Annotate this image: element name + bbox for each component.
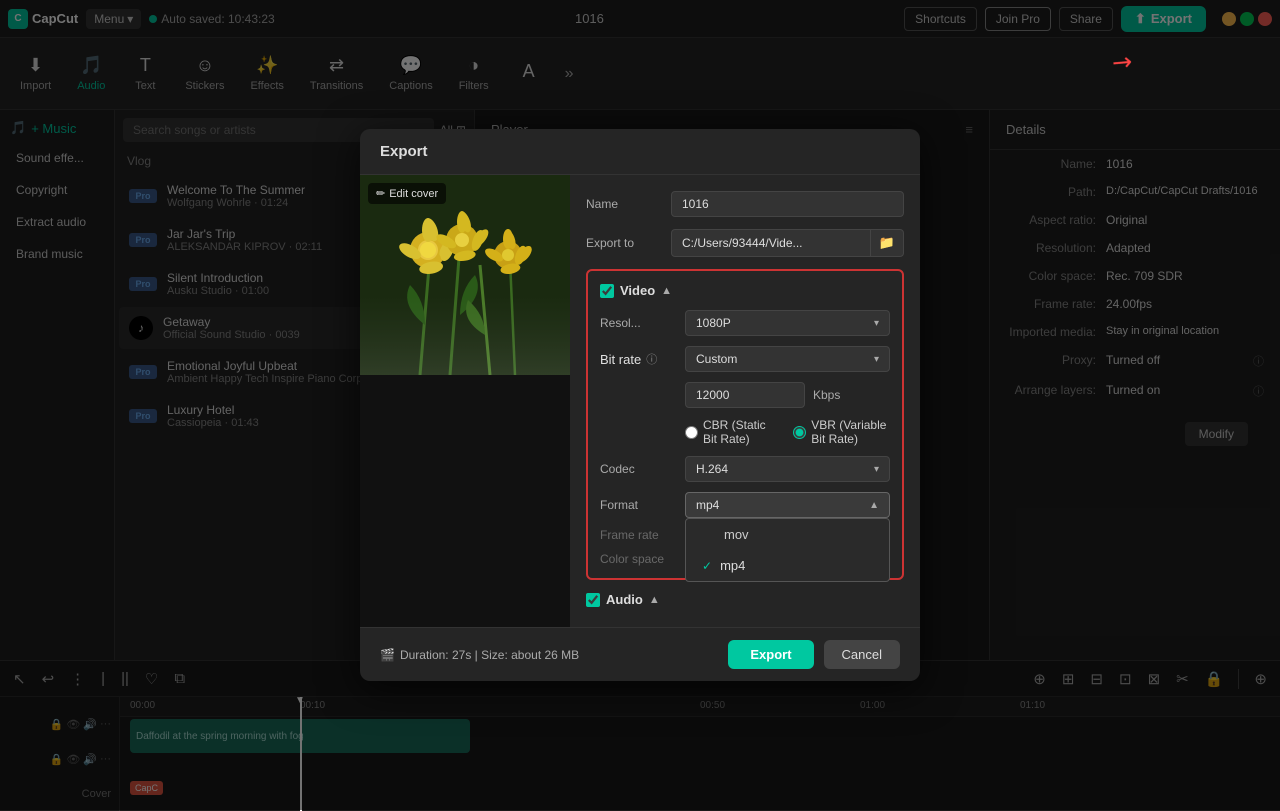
bitrate-number-input[interactable] — [685, 382, 805, 408]
bitrate-select[interactable]: Custom ▾ — [685, 346, 890, 372]
cbr-radio-item[interactable]: CBR (Static Bit Rate) — [685, 418, 773, 446]
film-icon: 🎬 — [380, 648, 395, 662]
format-dropdown-wrapper: mp4 ▲ mov ✓ mp4 — [685, 492, 890, 518]
modal-export-button[interactable]: Export — [728, 640, 813, 669]
bitrate-arrow: ▾ — [874, 354, 879, 365]
format-arrow: ▲ — [869, 500, 879, 511]
format-option-mov[interactable]: mov — [686, 519, 889, 550]
edit-icon: ✏ — [376, 187, 385, 200]
codec-select[interactable]: H.264 ▾ — [685, 456, 890, 482]
audio-section-header[interactable]: Audio ▲ — [586, 592, 904, 607]
mp4-check: ✓ — [702, 559, 712, 573]
format-row: Format mp4 ▲ mov — [600, 492, 890, 518]
resolution-arrow: ▾ — [874, 318, 879, 329]
format-dropdown: mov ✓ mp4 — [685, 518, 890, 582]
modal-body: ✏ Edit cover Name Export to 📁 — [360, 175, 920, 627]
modal-cancel-button[interactable]: Cancel — [824, 640, 900, 669]
modal-form: Name Export to 📁 Video ▲ — [570, 175, 920, 627]
format-select[interactable]: mp4 ▲ — [685, 492, 890, 518]
audio-section-arrow: ▲ — [649, 594, 660, 606]
cbr-radio[interactable] — [685, 426, 698, 439]
modal-footer: 🎬 Duration: 27s | Size: about 26 MB Expo… — [360, 627, 920, 681]
bitrate-input-row: Kbps — [685, 382, 890, 408]
codec-row: Codec H.264 ▾ — [600, 456, 890, 482]
cover-svg — [360, 175, 570, 375]
export-modal: Export — [360, 129, 920, 681]
cover-preview-image — [360, 175, 570, 375]
bitrate-row: Bit rate ⓘ Custom ▾ — [600, 346, 890, 372]
name-input[interactable] — [671, 191, 904, 217]
modal-preview: ✏ Edit cover — [360, 175, 570, 627]
export-path-input[interactable] — [672, 231, 870, 255]
resolution-row: Resol... 1080P ▾ — [600, 310, 890, 336]
folder-button[interactable]: 📁 — [870, 230, 903, 256]
format-option-mp4[interactable]: ✓ mp4 — [686, 550, 889, 581]
modal-title: Export — [360, 129, 920, 175]
edit-cover-button[interactable]: ✏ Edit cover — [368, 183, 446, 204]
footer-buttons: Export Cancel — [728, 640, 900, 669]
codec-arrow: ▾ — [874, 464, 879, 475]
video-section-arrow: ▲ — [661, 285, 672, 297]
audio-checkbox[interactable] — [586, 593, 600, 607]
form-name-row: Name — [586, 191, 904, 217]
vbr-radio[interactable] — [793, 426, 806, 439]
bitrate-info-icon: ⓘ — [646, 351, 657, 367]
modal-overlay: Export — [0, 0, 1280, 810]
form-exportto-row: Export to 📁 — [586, 229, 904, 257]
duration-info: 🎬 Duration: 27s | Size: about 26 MB — [380, 648, 579, 662]
video-section: Video ▲ Resol... 1080P ▾ Bi — [586, 269, 904, 580]
audio-section: Audio ▲ — [586, 592, 904, 627]
video-section-header[interactable]: Video ▲ — [600, 283, 890, 298]
video-checkbox[interactable] — [600, 284, 614, 298]
export-path-field: 📁 — [671, 229, 904, 257]
radio-row: CBR (Static Bit Rate) VBR (Variable Bit … — [685, 418, 890, 446]
resolution-select[interactable]: 1080P ▾ — [685, 310, 890, 336]
vbr-radio-item[interactable]: VBR (Variable Bit Rate) — [793, 418, 890, 446]
